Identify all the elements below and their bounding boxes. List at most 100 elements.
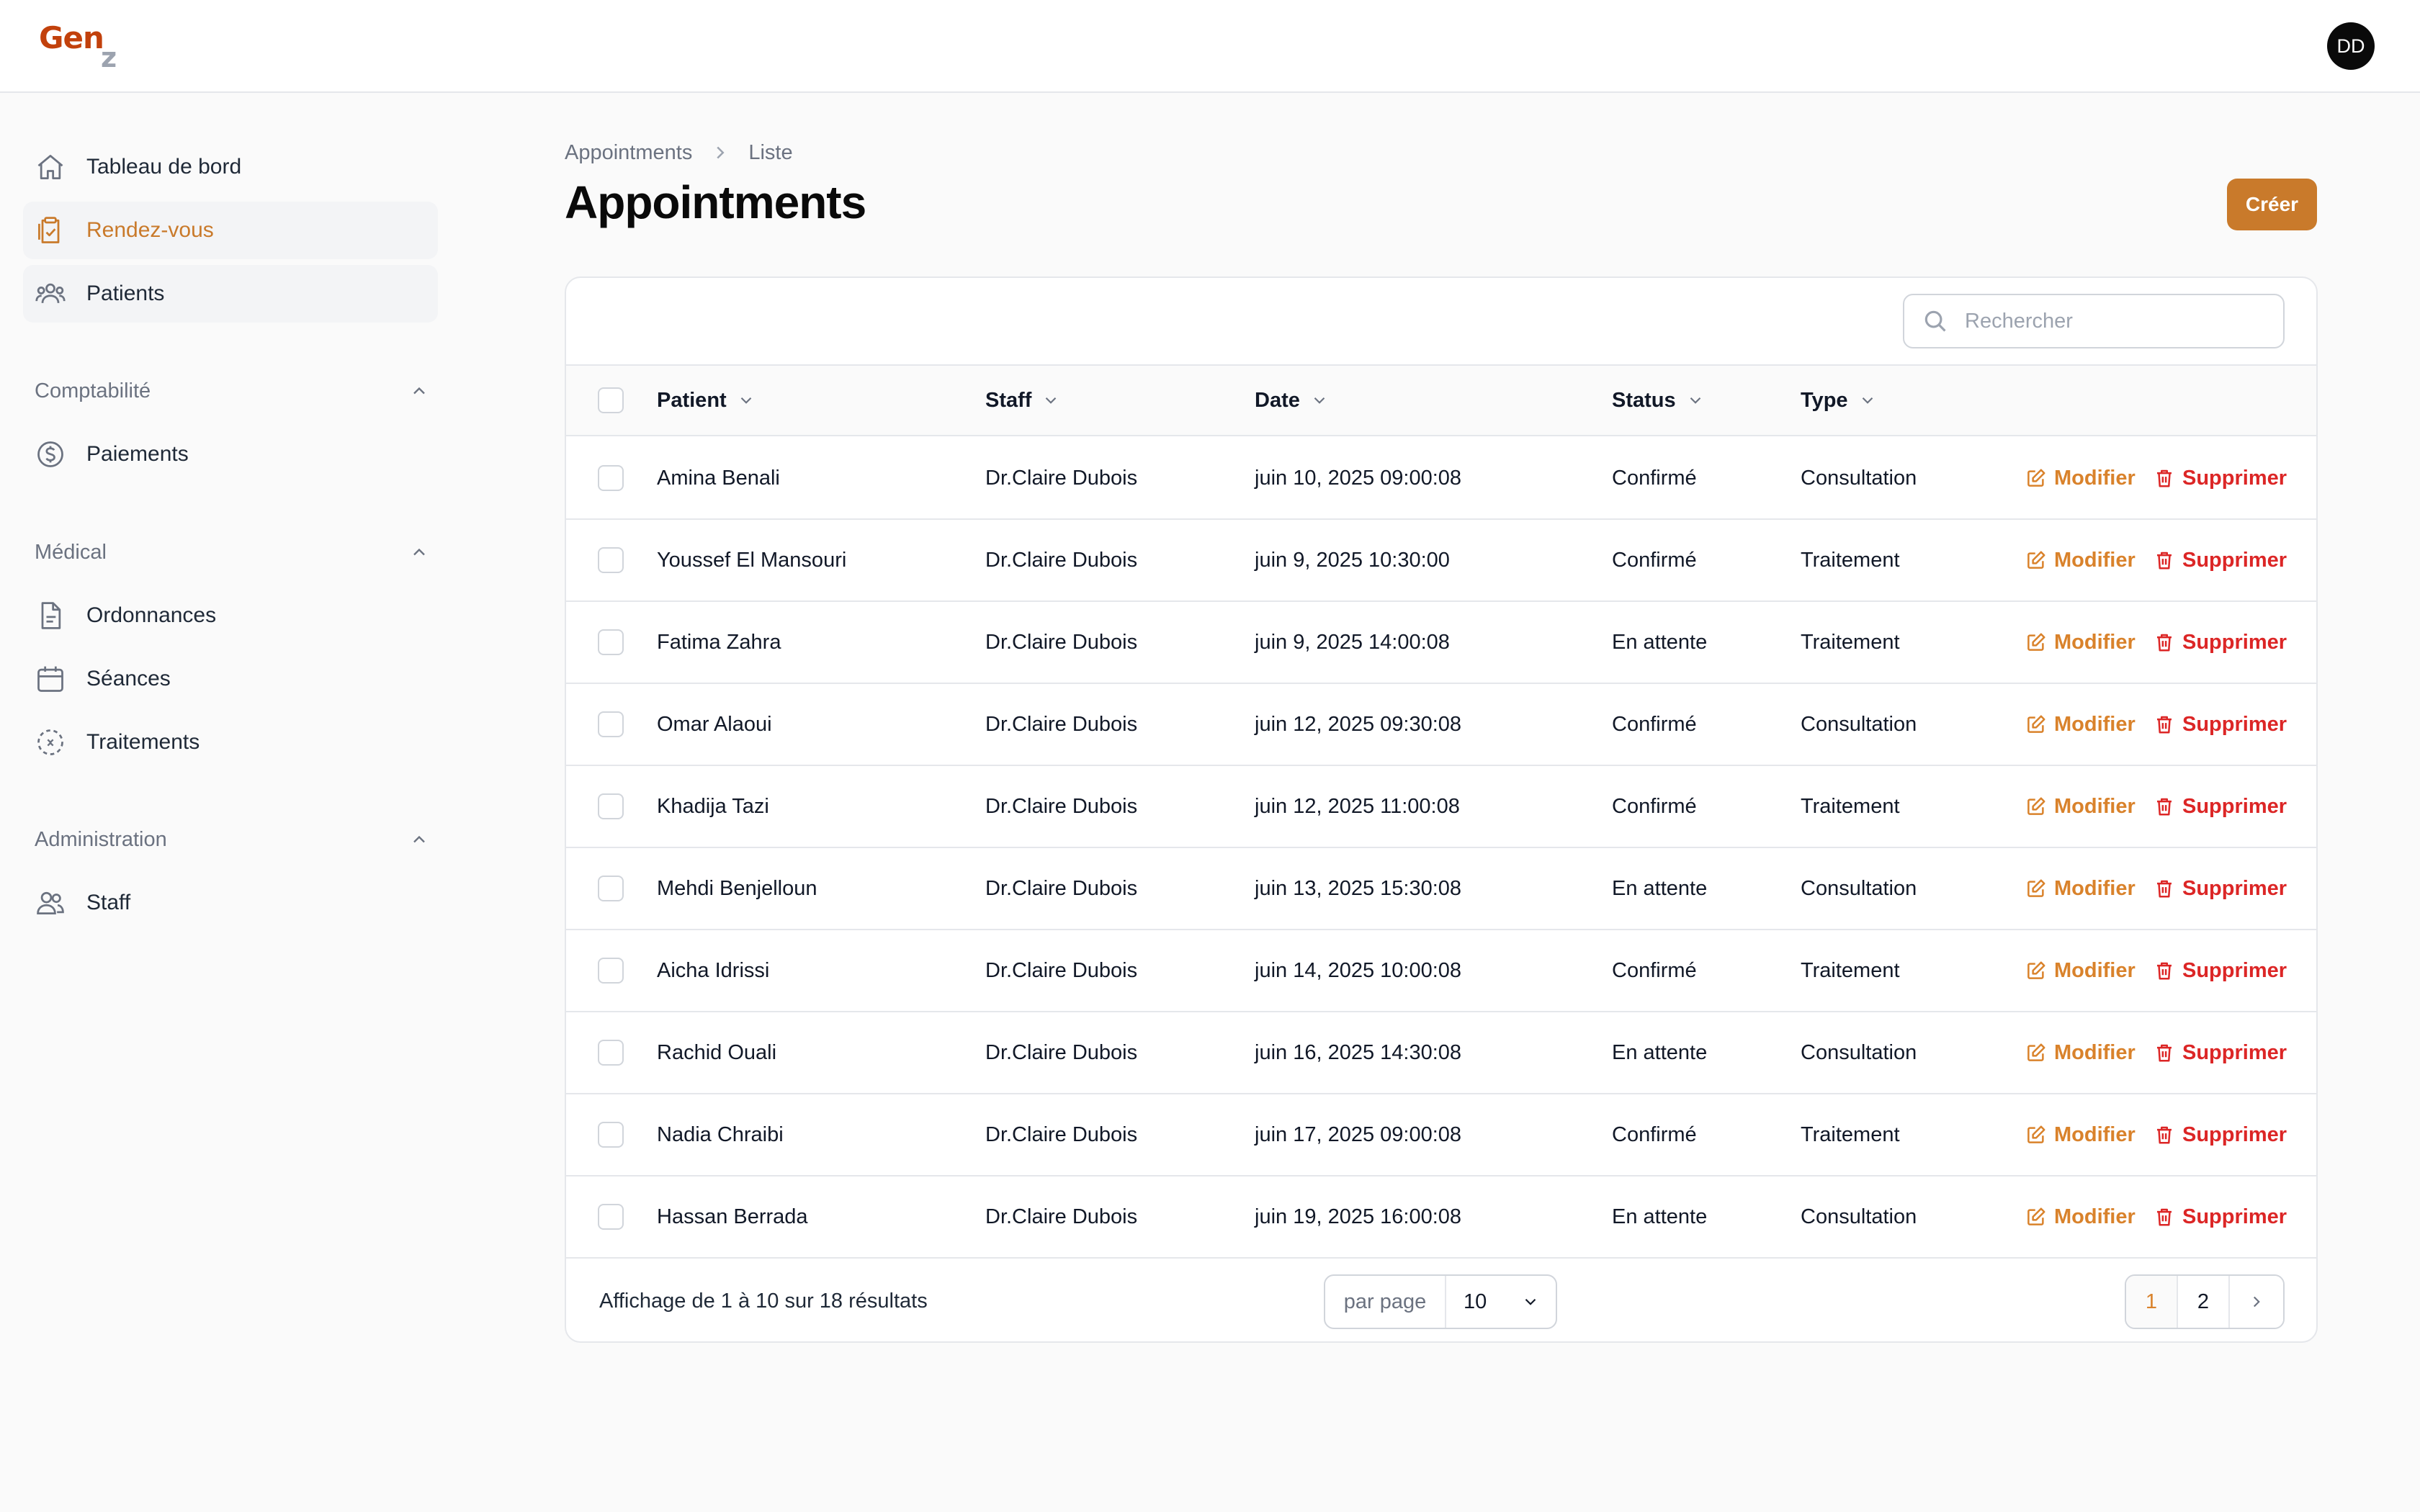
edit-button[interactable]: Modifier xyxy=(2025,848,2136,929)
edit-button[interactable]: Modifier xyxy=(2025,1094,2136,1175)
table-row: Nadia Chraibi Dr.Claire Dubois juin 17, 20… xyxy=(566,1094,2316,1176)
cell-date: juin 17, 2025 09:00:08 xyxy=(1255,1122,1462,1146)
sort-chevron-icon xyxy=(1046,397,1057,404)
edit-button[interactable]: Modifier xyxy=(2025,602,2136,683)
delete-label: Supprimer xyxy=(2182,466,2287,490)
per-page-label: par page xyxy=(1325,1276,1446,1328)
column-header-status[interactable]: Status xyxy=(1612,366,1705,435)
page-button-1[interactable]: 1 xyxy=(2126,1276,2178,1328)
edit-label: Modifier xyxy=(2054,466,2136,490)
column-label: Type xyxy=(1801,388,1848,412)
page-button-2[interactable]: 2 xyxy=(2178,1276,2230,1328)
edit-label: Modifier xyxy=(2054,712,2136,736)
delete-button[interactable]: Supprimer xyxy=(2154,1012,2287,1093)
pagination: 1 2 xyxy=(2125,1274,2285,1329)
delete-button[interactable]: Supprimer xyxy=(2154,848,2287,929)
select-all-checkbox[interactable] xyxy=(598,387,624,413)
group-label: Médical xyxy=(35,540,107,564)
sidebar-item-tableau-de-bord[interactable]: Tableau de bord xyxy=(23,138,438,196)
search-box[interactable] xyxy=(1903,294,2285,348)
delete-button[interactable]: Supprimer xyxy=(2154,766,2287,847)
cell-date: juin 9, 2025 10:30:00 xyxy=(1255,548,1450,572)
next-page-button[interactable] xyxy=(2230,1276,2283,1328)
row-checkbox[interactable] xyxy=(598,711,624,737)
sidebar-item-traitements[interactable]: Traitements xyxy=(23,714,438,771)
edit-button[interactable]: Modifier xyxy=(2025,1012,2136,1093)
delete-button[interactable]: Supprimer xyxy=(2154,684,2287,765)
cell-status: En attente xyxy=(1612,1040,1708,1064)
table-row: Aicha Idrissi Dr.Claire Dubois juin 14, 20… xyxy=(566,930,2316,1012)
column-header-patient[interactable]: Patient xyxy=(657,366,756,435)
cell-staff: Dr.Claire Dubois xyxy=(985,1205,1138,1228)
row-checkbox[interactable] xyxy=(598,793,624,819)
trash-icon xyxy=(2157,552,2172,570)
edit-icon xyxy=(2027,551,2045,569)
edit-button[interactable]: Modifier xyxy=(2025,684,2136,765)
delete-button[interactable]: Supprimer xyxy=(2154,438,2287,518)
cell-staff: Dr.Claire Dubois xyxy=(985,958,1138,982)
cell-patient: Mehdi Benjelloun xyxy=(657,876,817,900)
cell-status: En attente xyxy=(1612,1205,1708,1228)
results-summary: Affichage de 1 à 10 sur 18 résultats xyxy=(599,1289,928,1313)
delete-button[interactable]: Supprimer xyxy=(2154,602,2287,683)
group-toggle-administration[interactable]: Administration xyxy=(35,825,438,854)
sidebar-item-paiements[interactable]: Paiements xyxy=(23,426,438,483)
table-row: Mehdi Benjelloun Dr.Claire Dubois juin 13,… xyxy=(566,848,2316,930)
app-logo[interactable]: Gen z xyxy=(39,20,125,73)
group-toggle-medical[interactable]: Médical xyxy=(35,538,438,567)
row-checkbox[interactable] xyxy=(598,629,624,655)
edit-label: Modifier xyxy=(2054,794,2136,818)
group-toggle-comptabilite[interactable]: Comptabilité xyxy=(35,377,438,405)
delete-button[interactable]: Supprimer xyxy=(2154,1094,2287,1175)
sidebar-item-label: Patients xyxy=(86,282,165,305)
row-checkbox[interactable] xyxy=(598,1040,624,1066)
cell-type: Traitement xyxy=(1801,1122,1900,1146)
edit-label: Modifier xyxy=(2054,1040,2136,1064)
edit-button[interactable]: Modifier xyxy=(2025,930,2136,1011)
row-checkbox[interactable] xyxy=(598,1122,624,1148)
cell-date: juin 9, 2025 14:00:08 xyxy=(1255,630,1450,654)
logo-subtext: z xyxy=(101,42,117,73)
create-button[interactable]: Créer xyxy=(2227,179,2317,230)
column-header-type[interactable]: Type xyxy=(1801,366,1877,435)
delete-button[interactable]: Supprimer xyxy=(2154,1176,2287,1257)
cell-patient: Amina Benali xyxy=(657,466,780,490)
edit-button[interactable]: Modifier xyxy=(2025,766,2136,847)
per-page-dropdown[interactable]: 10 xyxy=(1446,1290,1556,1314)
table-row: Amina Benali Dr.Claire Dubois juin 10, 202… xyxy=(566,438,2316,520)
row-checkbox[interactable] xyxy=(598,465,624,491)
sidebar-item-patients[interactable]: Patients xyxy=(23,265,438,323)
row-checkbox[interactable] xyxy=(598,958,624,984)
cell-status: Confirmé xyxy=(1612,466,1697,490)
trash-icon xyxy=(2157,1044,2172,1062)
appointments-table-card: Patient Staff Date Status Type Amina Ben… xyxy=(565,276,2318,1343)
sidebar-item-seances[interactable]: Séances xyxy=(23,650,438,708)
column-header-staff[interactable]: Staff xyxy=(985,366,1060,435)
sidebar-item-ordonnances[interactable]: Ordonnances xyxy=(23,587,438,644)
edit-button[interactable]: Modifier xyxy=(2025,520,2136,600)
edit-button[interactable]: Modifier xyxy=(2025,1176,2136,1257)
edit-icon xyxy=(2027,879,2045,897)
sidebar-item-staff[interactable]: Staff xyxy=(23,874,438,932)
delete-button[interactable]: Supprimer xyxy=(2154,520,2287,600)
cell-date: juin 14, 2025 10:00:08 xyxy=(1255,958,1462,982)
search-input[interactable] xyxy=(1965,309,2267,333)
chevron-right-icon xyxy=(2253,1296,2260,1308)
user-avatar[interactable]: DD xyxy=(2327,22,2375,70)
trash-icon xyxy=(2157,880,2172,898)
row-checkbox[interactable] xyxy=(598,1204,624,1230)
cell-patient: Aicha Idrissi xyxy=(657,958,770,982)
breadcrumb-link-appointments[interactable]: Appointments xyxy=(565,141,692,165)
column-header-date[interactable]: Date xyxy=(1255,366,1329,435)
cell-status: En attente xyxy=(1612,630,1708,654)
cell-type: Consultation xyxy=(1801,1205,1917,1228)
row-checkbox[interactable] xyxy=(598,547,624,573)
sidebar-item-rendez-vous[interactable]: Rendez-vous xyxy=(23,202,438,259)
edit-label: Modifier xyxy=(2054,630,2136,654)
sidebar-item-label: Staff xyxy=(86,891,131,914)
edit-button[interactable]: Modifier xyxy=(2025,438,2136,518)
cell-date: juin 13, 2025 15:30:08 xyxy=(1255,876,1462,900)
row-checkbox[interactable] xyxy=(598,876,624,901)
delete-button[interactable]: Supprimer xyxy=(2154,930,2287,1011)
per-page-select[interactable]: par page 10 xyxy=(1324,1274,1557,1329)
